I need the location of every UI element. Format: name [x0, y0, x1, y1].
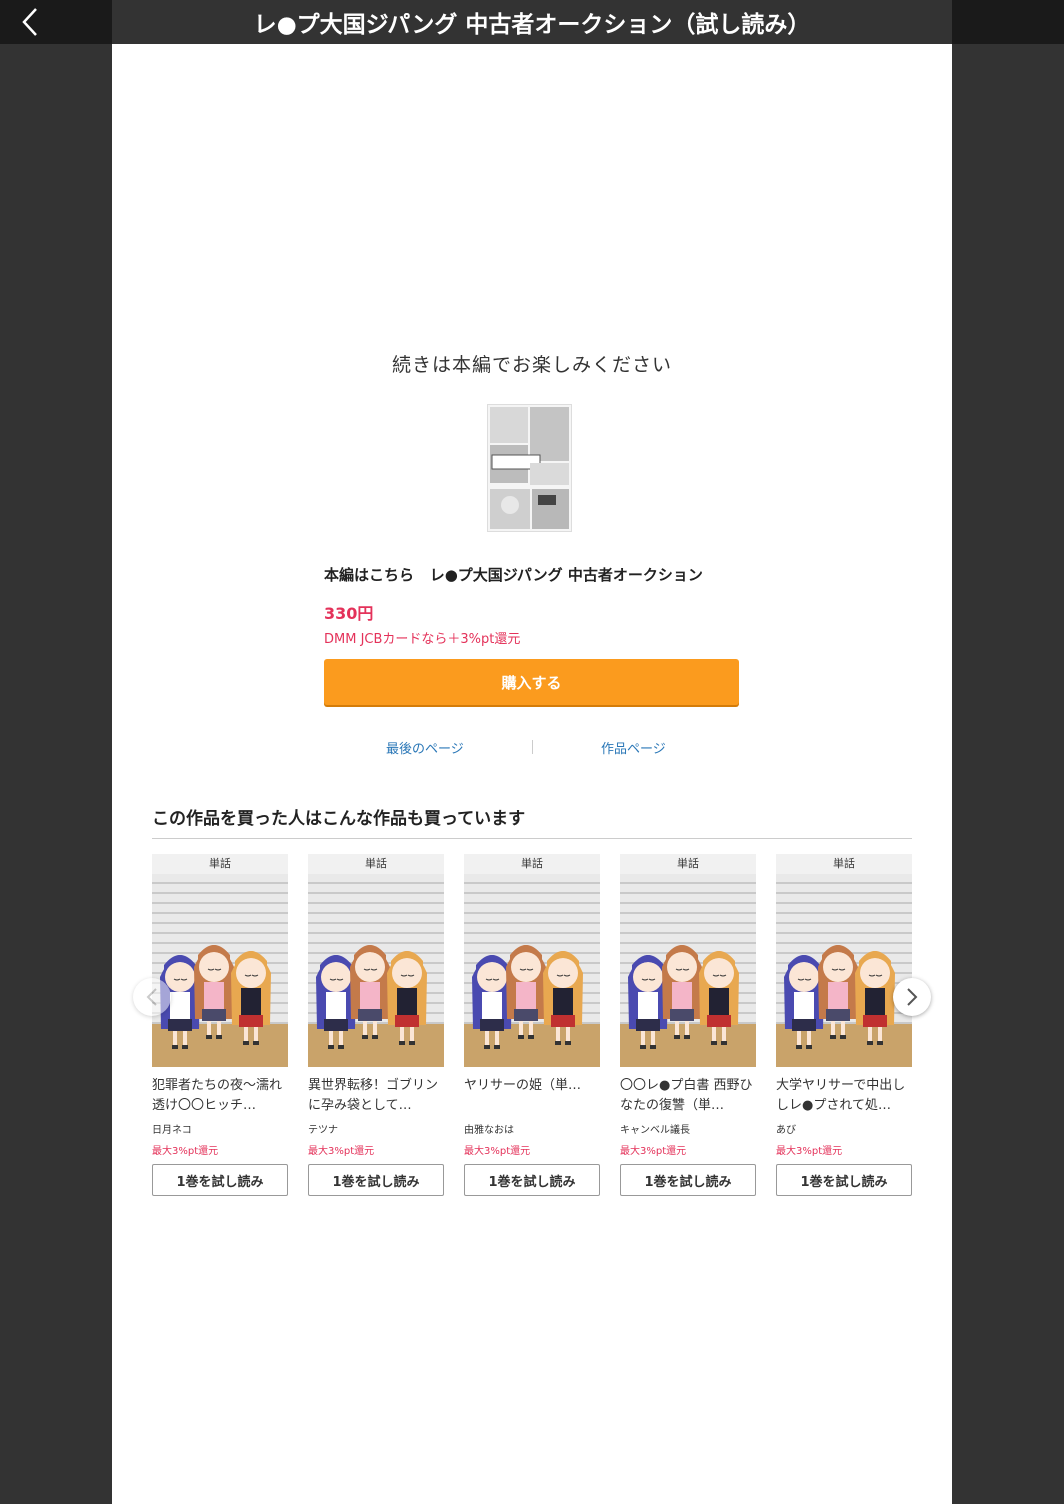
point-reward-text: 最大3%pt還元: [464, 1146, 531, 1157]
buy-button[interactable]: 購入する: [324, 659, 739, 705]
viewer-end-page: 続きは本編でお楽しみください 本編はこちら レ●プ大国ジパング 中古者オークショ…: [112, 44, 952, 1504]
campaign-text: DMM JCBカードなら＋3%pt還元: [324, 632, 521, 647]
top-bar: レ●プ大国ジパング 中古者オークション（試し読み）: [0, 0, 1064, 44]
product-title-link[interactable]: レ●プ大国ジパング 中古者オークション: [430, 566, 703, 584]
character-lineup-art: [620, 945, 756, 1067]
link-divider: [532, 740, 533, 754]
recommendation-thumbnail[interactable]: 単話: [308, 854, 444, 1067]
format-badge: 単話: [776, 854, 912, 874]
format-badge: 単話: [620, 854, 756, 874]
point-reward-text: 最大3%pt還元: [776, 1146, 843, 1157]
point-reward-text: 最大3%pt還元: [620, 1146, 687, 1157]
recommendations-heading: この作品を買った人はこんな作品も買っています: [152, 809, 526, 829]
recommendation-thumbnail[interactable]: 単話: [620, 854, 756, 1067]
recommendation-card[interactable]: 単話大学ヤリサーで中出ししレ●プされて処… あび最大3%pt還元 1巻を試し読み: [776, 854, 912, 1204]
recommendation-card[interactable]: 単話犯罪者たちの夜〜濡れ透け〇〇ヒッチ… 日月ネコ最大3%pt還元 1巻を試し読み: [152, 854, 288, 1204]
trial-read-button[interactable]: 1巻を試し読み: [464, 1164, 600, 1196]
product-cover-image[interactable]: [487, 404, 572, 532]
character-lineup-art: [776, 945, 912, 1067]
work-page-link[interactable]: 作品ページ: [601, 738, 666, 757]
point-reward-text: 最大3%pt還元: [308, 1146, 375, 1157]
character-lineup-art: [152, 945, 288, 1067]
last-page-link[interactable]: 最後のページ: [386, 738, 464, 757]
price: 330円: [324, 604, 374, 623]
recommendation-author[interactable]: キャンベル議長: [620, 1121, 690, 1136]
product-title-line: 本編はこちら レ●プ大国ジパング 中古者オークション: [324, 564, 703, 585]
product-prefix: 本編はこちら: [324, 566, 415, 584]
recommendation-author[interactable]: あび: [776, 1121, 796, 1136]
heading-divider: [152, 838, 912, 839]
trial-read-button[interactable]: 1巻を試し読み: [308, 1164, 444, 1196]
trial-read-button[interactable]: 1巻を試し読み: [620, 1164, 756, 1196]
recommendation-title[interactable]: 異世界転移！ゴブリンに孕み袋として…: [308, 1076, 444, 1116]
recommendation-title[interactable]: 大学ヤリサーで中出ししレ●プされて処…: [776, 1076, 912, 1116]
format-badge: 単話: [464, 854, 600, 874]
recommendation-author[interactable]: 日月ネコ: [152, 1121, 192, 1136]
point-reward-text: 最大3%pt還元: [152, 1146, 219, 1157]
recommendation-card[interactable]: 単話ヤリサーの姫（単… 由雅なおは最大3%pt還元 1巻を試し読み: [464, 854, 600, 1204]
recommendation-title[interactable]: 犯罪者たちの夜〜濡れ透け〇〇ヒッチ…: [152, 1076, 288, 1116]
trial-read-button[interactable]: 1巻を試し読み: [152, 1164, 288, 1196]
continue-message: 続きは本編でお楽しみください: [391, 354, 672, 376]
recommendation-author[interactable]: 由雅なおは: [464, 1121, 514, 1136]
recommendation-card[interactable]: 単話〇〇レ●プ白書 西野ひなたの復讐（単… キャンベル議長最大3%pt還元 1巻を試…: [620, 854, 756, 1204]
recommendation-thumbnail[interactable]: 単話: [464, 854, 600, 1067]
recommendation-thumbnail[interactable]: 単話: [152, 854, 288, 1067]
chevron-left-icon: [22, 8, 37, 36]
character-lineup-art: [308, 945, 444, 1067]
format-badge: 単話: [152, 854, 288, 874]
chevron-left-icon: [146, 988, 157, 1006]
carousel-prev-button[interactable]: [133, 978, 171, 1016]
header-title-strip: レ●プ大国ジパング 中古者オークション（試し読み）: [112, 0, 952, 44]
carousel-next-button[interactable]: [893, 978, 931, 1016]
back-button[interactable]: [14, 6, 46, 38]
recommendation-thumbnail[interactable]: 単話: [776, 854, 912, 1067]
recommendation-title[interactable]: 〇〇レ●プ白書 西野ひなたの復讐（単…: [620, 1076, 756, 1116]
recommendation-card[interactable]: 単話異世界転移！ゴブリンに孕み袋として… テツナ最大3%pt還元 1巻を試し読み: [308, 854, 444, 1204]
format-badge: 単話: [308, 854, 444, 874]
recommendation-author[interactable]: テツナ: [308, 1121, 338, 1136]
chevron-right-icon: [907, 988, 918, 1006]
trial-read-button[interactable]: 1巻を試し読み: [776, 1164, 912, 1196]
manga-cover-art: [488, 405, 571, 531]
page-title: レ●プ大国ジパング 中古者オークション（試し読み）: [253, 12, 811, 38]
character-lineup-art: [464, 945, 600, 1067]
recommendation-title[interactable]: ヤリサーの姫（単…: [464, 1076, 600, 1116]
